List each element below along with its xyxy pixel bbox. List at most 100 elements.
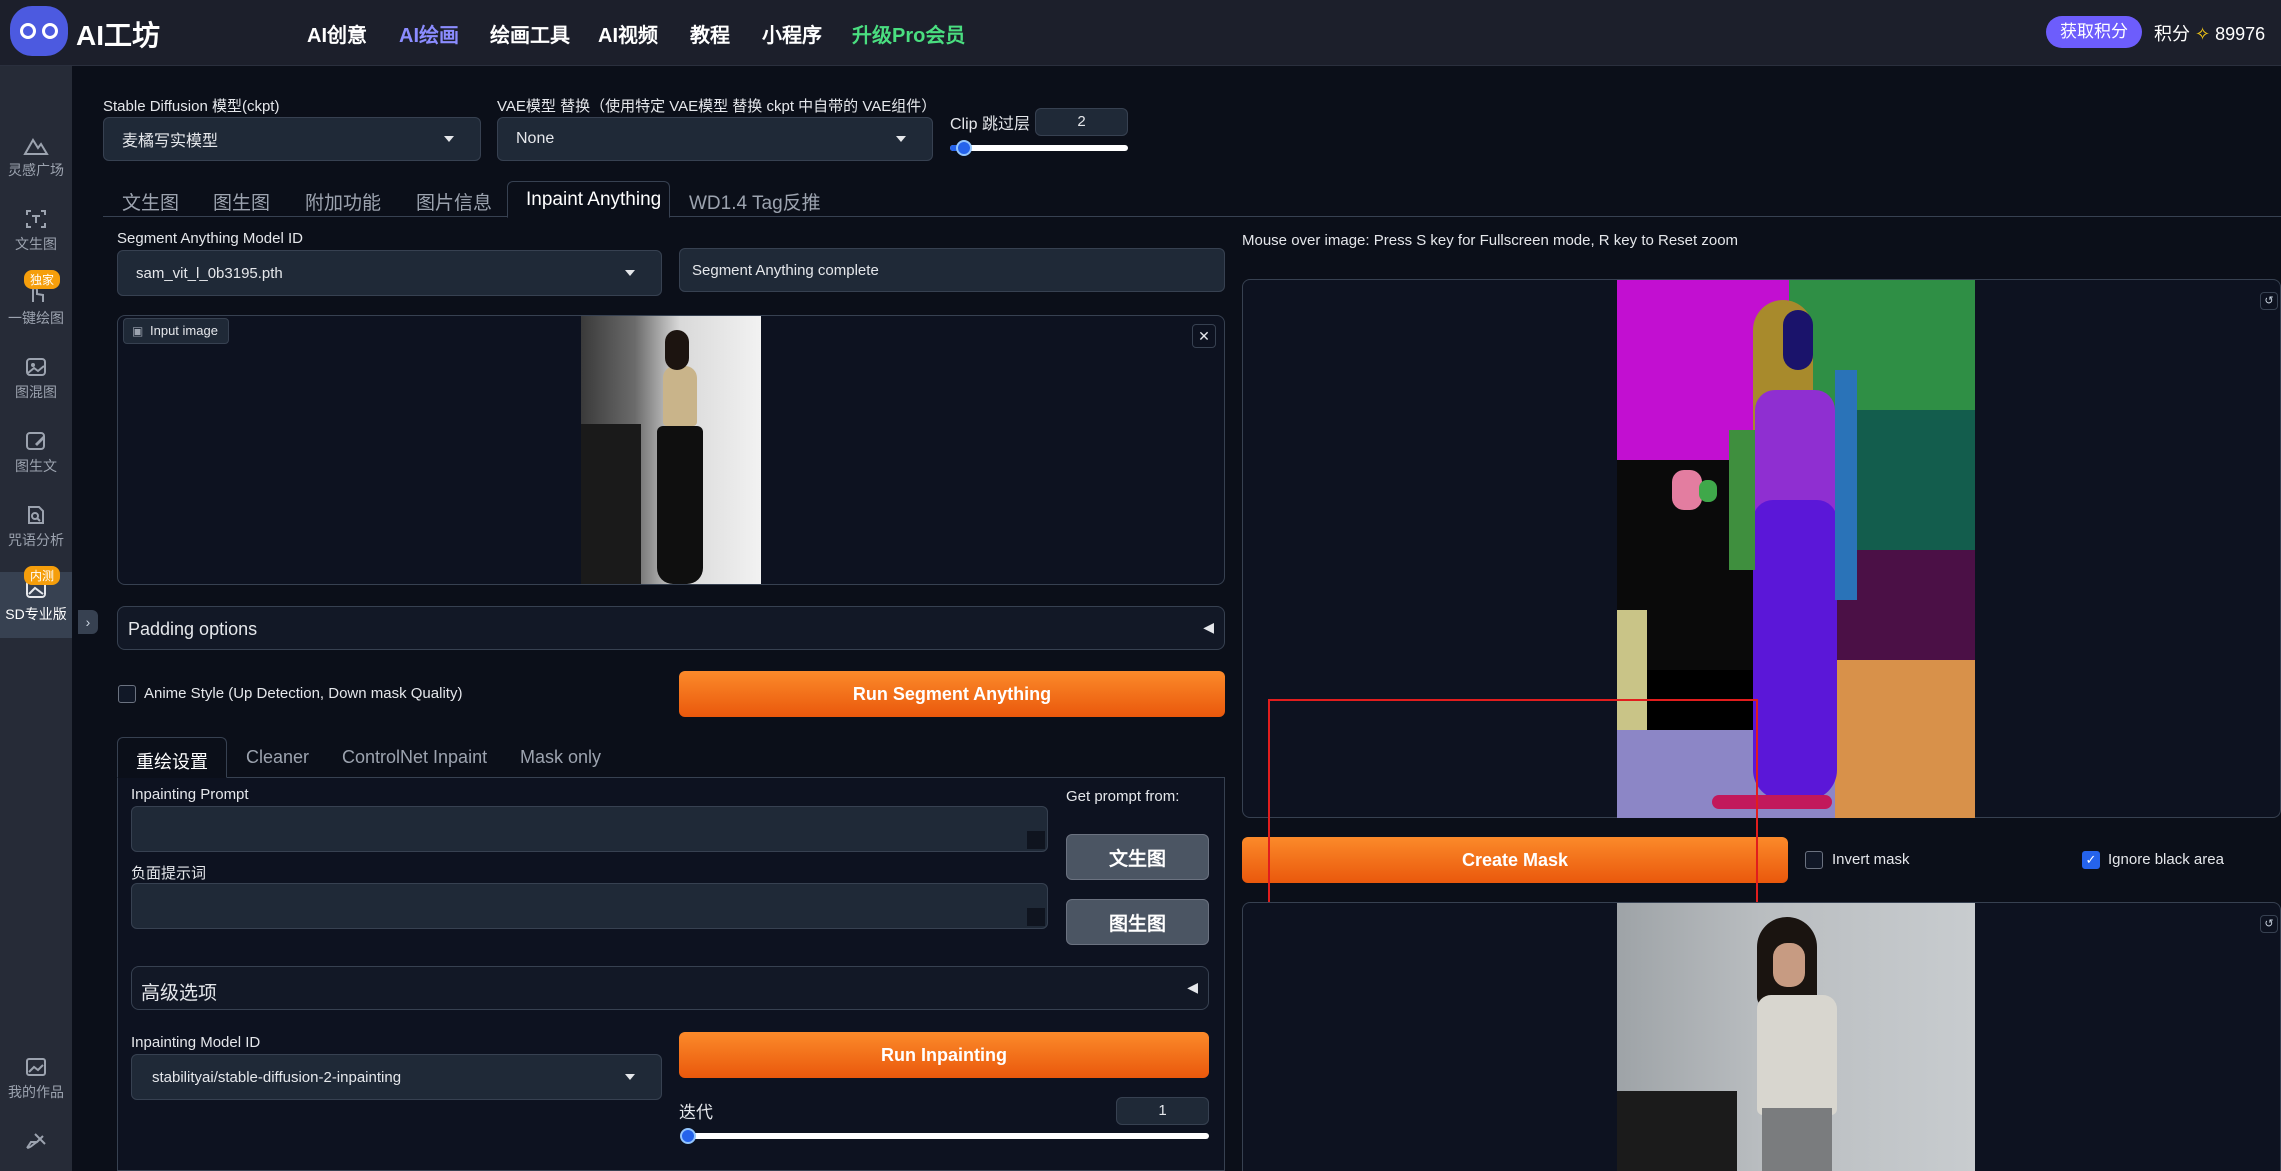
invert-mask-label: Invert mask <box>1832 851 1910 868</box>
resize-grip-icon[interactable] <box>1027 831 1045 849</box>
sidebar-item-label: 一键绘图 <box>8 310 64 326</box>
input-image-box[interactable]: ▣ Input image ✕ <box>117 315 1225 585</box>
invert-mask-checkbox[interactable] <box>1805 851 1823 869</box>
ckpt-select[interactable]: 麦橘写实模型 <box>103 117 481 161</box>
top-bar: AI工坊 AI创意 AI绘画 绘画工具 AI视频 教程 小程序 升级Pro会员 … <box>0 0 2281 66</box>
tab-inpaint-anything[interactable]: Inpaint Anything <box>507 181 670 218</box>
advanced-options-accordion[interactable]: 高级选项 ◀ <box>131 966 1209 1010</box>
logo-robot-icon[interactable] <box>10 6 68 56</box>
sidebar-item-label: 文生图 <box>15 236 57 252</box>
anime-style-checkbox[interactable] <box>118 685 136 703</box>
tab-txt2img[interactable]: 文生图 <box>122 188 179 215</box>
padding-options-label: Padding options <box>128 619 258 639</box>
negative-prompt-input[interactable] <box>131 883 1048 929</box>
tab-img2img[interactable]: 图生图 <box>213 188 270 215</box>
get-prompt-label: Get prompt from: <box>1066 788 1180 805</box>
nav-upgrade-pro[interactable]: 升级Pro会员 <box>852 19 965 48</box>
sidebar-item-prompt-analysis[interactable]: 咒语分析 <box>0 498 72 564</box>
sidebar-item-sd-pro[interactable]: 内测 SD专业版 <box>0 566 72 638</box>
ignore-black-area-label: Ignore black area <box>2108 851 2224 868</box>
negative-prompt-label: 负面提示词 <box>131 865 207 882</box>
slider-thumb[interactable] <box>680 1128 696 1144</box>
iterations-slider[interactable] <box>680 1128 1209 1144</box>
sam-selected-value: sam_vit_l_0b3195.pth <box>136 264 283 282</box>
ignore-black-area-checkbox[interactable]: ✓ <box>2082 851 2100 869</box>
prompt-from-img2img-button[interactable]: 图生图 <box>1066 899 1209 945</box>
points-display: 积分 ✧ 89976 <box>2154 20 2265 46</box>
iterations-label: 迭代 <box>679 1103 713 1122</box>
gallery-icon <box>26 1058 46 1076</box>
sam-status-field: Segment Anything complete <box>679 248 1225 292</box>
sidebar-item-txt2img[interactable]: 文生图 <box>0 202 72 268</box>
sidebar-item-label: 灵感广场 <box>8 162 64 178</box>
subtab-cleaner[interactable]: Cleaner <box>246 747 309 768</box>
subtab-mask-only[interactable]: Mask only <box>520 747 601 768</box>
clip-skip-slider[interactable] <box>950 140 1128 156</box>
nav-ai-creative[interactable]: AI创意 <box>307 19 367 48</box>
tab-inpaint-anything-label: Inpaint Anything <box>526 189 662 210</box>
sidebar-item-one-click[interactable]: 独家 一键绘图 <box>0 270 72 342</box>
zoom-hint-text: Mouse over image: Press S key for Fullsc… <box>1242 232 1739 249</box>
run-segment-anything-button[interactable]: Run Segment Anything <box>679 671 1225 717</box>
chevron-down-icon <box>444 136 454 142</box>
input-photo <box>581 316 761 584</box>
tab-png-info[interactable]: 图片信息 <box>416 188 492 215</box>
subtab-inpaint-settings-label: 重绘设置 <box>136 752 208 772</box>
sidebar-item-label: 图混图 <box>15 384 57 400</box>
brush-icon <box>26 1133 46 1149</box>
analysis-icon <box>28 506 44 524</box>
sidebar-item-img2txt[interactable]: 图生文 <box>0 424 72 490</box>
close-icon[interactable]: ✕ <box>1192 324 1216 348</box>
subtab-inpaint-settings[interactable]: 重绘设置 <box>117 737 227 778</box>
collapse-triangle-icon: ◀ <box>1203 619 1214 635</box>
subtab-controlnet-inpaint[interactable]: ControlNet Inpaint <box>342 747 487 768</box>
nav-mini-program[interactable]: 小程序 <box>762 19 822 48</box>
nav-ai-painting[interactable]: AI绘画 <box>399 19 459 48</box>
reset-icon[interactable]: ↺ <box>2260 292 2278 310</box>
resize-grip-icon[interactable] <box>1027 908 1045 926</box>
nav-painting-tools[interactable]: 绘画工具 <box>490 19 570 48</box>
ckpt-label: Stable Diffusion 模型(ckpt) <box>103 98 280 115</box>
sidebar-collapse-button[interactable]: › <box>78 610 98 634</box>
mask-preview-box[interactable]: ↺ <box>1242 902 2281 1171</box>
sidebar-item-label: SD专业版 <box>5 606 67 622</box>
nav-tutorial[interactable]: 教程 <box>690 19 730 48</box>
inpainting-model-selected-value: stabilityai/stable-diffusion-2-inpaintin… <box>152 1068 402 1086</box>
input-image-label: ▣ Input image <box>123 318 229 344</box>
vae-select[interactable]: None <box>497 117 933 161</box>
tabs-divider <box>103 216 2281 217</box>
padding-options-accordion[interactable]: Padding options ◀ <box>117 606 1225 650</box>
get-points-button[interactable]: 获取积分 <box>2046 16 2142 48</box>
sam-status-text: Segment Anything complete <box>692 261 879 279</box>
chevron-down-icon <box>625 1074 635 1080</box>
anime-style-label: Anime Style (Up Detection, Down mask Qua… <box>144 685 463 702</box>
sidebar-item-inspiration[interactable]: 灵感广场 <box>0 128 72 194</box>
logo-text[interactable]: AI工坊 <box>76 14 160 54</box>
sidebar-item-image-mix[interactable]: 图混图 <box>0 350 72 416</box>
image-edit-icon <box>26 432 45 450</box>
inpainting-prompt-input[interactable] <box>131 806 1048 852</box>
diamond-icon: ✧ <box>2195 24 2211 44</box>
slider-thumb[interactable] <box>956 140 973 156</box>
vae-label: VAE模型 替换（使用特定 VAE模型 替换 ckpt 中自带的 VAE组件） <box>497 98 937 115</box>
tab-wd14-tagger[interactable]: WD1.4 Tag反推 <box>689 188 821 215</box>
image-mix-icon <box>26 358 46 376</box>
inpainting-model-label: Inpainting Model ID <box>131 1034 261 1051</box>
prompt-from-txt2img-button[interactable]: 文生图 <box>1066 834 1209 880</box>
sidebar-item-brush[interactable] <box>0 1124 72 1164</box>
exclusive-badge: 独家 <box>24 270 61 289</box>
sidebar-item-my-works[interactable]: 我的作品 <box>0 1050 72 1116</box>
run-inpainting-button[interactable]: Run Inpainting <box>679 1032 1209 1078</box>
iterations-input[interactable]: 1 <box>1116 1097 1209 1125</box>
chevron-down-icon <box>625 270 635 276</box>
sam-model-label: Segment Anything Model ID <box>117 230 303 247</box>
clip-skip-input[interactable]: 2 <box>1035 108 1128 136</box>
sidebar-item-label: 图生文 <box>15 458 57 474</box>
reset-icon[interactable]: ↺ <box>2260 915 2278 933</box>
sam-model-select[interactable]: sam_vit_l_0b3195.pth <box>117 250 662 296</box>
vae-selected-value: None <box>516 130 555 147</box>
inpainting-model-select[interactable]: stabilityai/stable-diffusion-2-inpaintin… <box>131 1054 662 1100</box>
text-frame-icon <box>26 210 46 228</box>
nav-ai-video[interactable]: AI视频 <box>598 19 658 48</box>
tab-extras[interactable]: 附加功能 <box>305 188 381 215</box>
